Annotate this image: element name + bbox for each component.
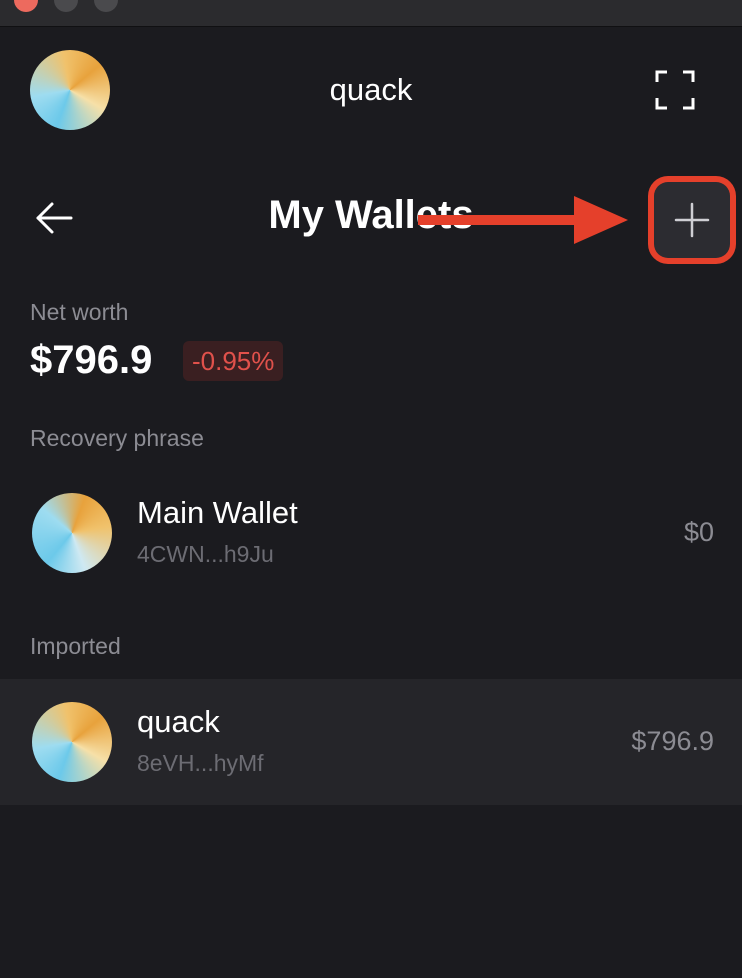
- imported-section-label: Imported: [30, 633, 121, 659]
- wallet-avatar: [32, 493, 112, 573]
- plus-icon: [674, 202, 710, 238]
- net-worth-label: Net worth: [30, 299, 129, 325]
- page-title: My Wallets: [268, 193, 474, 237]
- minimize-window-button[interactable]: [54, 0, 78, 12]
- wallet-address: 4CWN...h9Ju: [137, 541, 274, 567]
- window-titlebar: [0, 0, 742, 27]
- wallet-row-main-wallet[interactable]: Main Wallet 4CWN...h9Ju $0: [0, 470, 742, 596]
- recovery-phrase-section-label: Recovery phrase: [30, 425, 204, 451]
- wallet-address: 8eVH...hyMf: [137, 750, 264, 776]
- red-arrow-icon: [418, 196, 628, 244]
- add-wallet-button[interactable]: [654, 182, 730, 258]
- wallet-avatar: [32, 702, 112, 782]
- net-worth-value: $796.9: [30, 338, 153, 382]
- account-name[interactable]: quack: [0, 72, 742, 108]
- wallet-row-quack[interactable]: quack 8eVH...hyMf $796.9: [0, 679, 742, 805]
- wallet-name: quack: [137, 704, 220, 739]
- net-worth-change-badge: -0.95%: [183, 341, 284, 381]
- zoom-window-button[interactable]: [94, 0, 118, 12]
- wallet-name: Main Wallet: [137, 495, 298, 530]
- close-window-button[interactable]: [14, 0, 38, 12]
- wallet-balance: $796.9: [631, 726, 714, 756]
- scan-icon[interactable]: [655, 70, 695, 110]
- wallet-balance: $0: [683, 517, 714, 547]
